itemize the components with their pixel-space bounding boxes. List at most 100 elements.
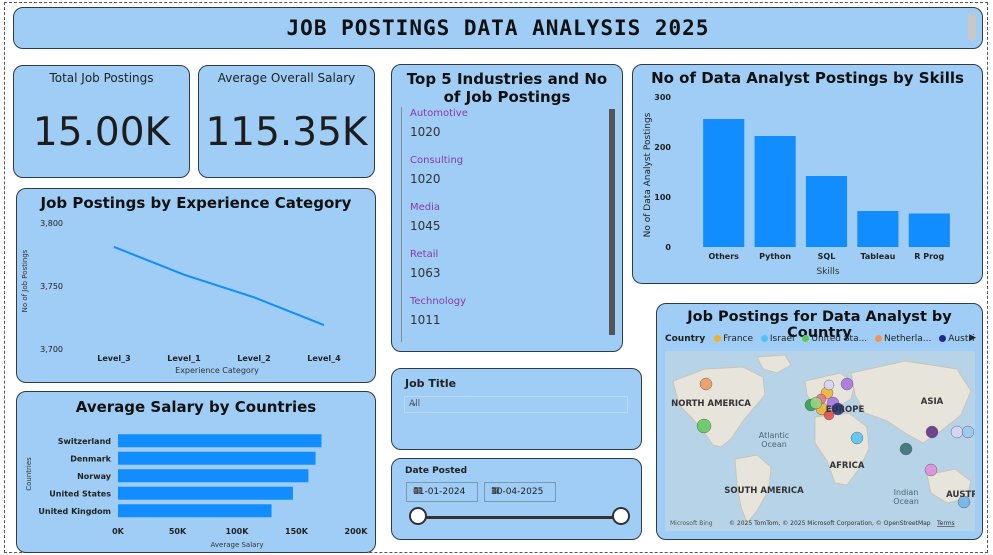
job-title-slicer[interactable]: Job Title All ⌄	[391, 368, 642, 450]
industries-card[interactable]: Top 5 Industries and No of Job Postings …	[391, 64, 623, 352]
world-map[interactable]: NORTH AMERICA EUROPE ASIA Atlantic Ocean…	[665, 351, 975, 531]
map-label: Ocean	[761, 440, 787, 449]
map-card[interactable]: Job Postings for Data Analyst by Country…	[656, 303, 983, 540]
bing-logo: Microsoft Bing	[670, 520, 713, 527]
legend-item[interactable]: Israel	[760, 334, 795, 344]
slicer-label: Date Posted	[405, 466, 468, 476]
legend-item[interactable]: Netherla...	[875, 334, 931, 344]
legend-text: United Sta...	[811, 334, 868, 344]
range-start-handle[interactable]	[409, 507, 427, 525]
x-tick-label: 150K	[285, 527, 309, 536]
x-tick-label: Level_2	[237, 354, 270, 363]
kpi-label: Average Overall Salary	[217, 71, 356, 85]
salary-bar[interactable]	[118, 434, 322, 448]
map-label: Indian	[894, 488, 919, 497]
experience-chart-card[interactable]: Job Postings by Experience Category No o…	[16, 188, 376, 383]
skills-bar-chart: No of Data Analyst Postings 300 200 100 0 O…	[643, 93, 950, 277]
salary-bar[interactable]	[118, 451, 316, 465]
list-item[interactable]: Retail 1063	[401, 248, 601, 295]
country-bubble[interactable]	[809, 396, 823, 410]
salary-bar[interactable]	[118, 504, 272, 518]
y-axis-title: No of Data Analyst Postings	[643, 112, 653, 237]
list-item[interactable]: Automotive 1020	[401, 107, 601, 154]
x-tick-label: 200K	[345, 527, 369, 536]
country-bubble[interactable]	[925, 425, 939, 439]
x-tick-label: 100K	[226, 527, 250, 536]
list-item[interactable]: Consulting 1020	[401, 154, 601, 201]
country-bubble[interactable]	[840, 377, 854, 391]
skill-bar[interactable]	[703, 119, 745, 247]
scrollbar-handle[interactable]	[968, 14, 976, 40]
industry-count: 1063	[410, 266, 441, 280]
x-axis-title: Average Salary	[211, 541, 264, 549]
salary-bar[interactable]	[118, 469, 309, 483]
map-legend: Country France Israel United Sta... Neth…	[665, 334, 975, 344]
list-item[interactable]: Technology 1011	[401, 295, 601, 342]
y-tick-label: 3,750	[40, 282, 63, 291]
x-axis-title: Experience Category	[175, 366, 259, 375]
kpi-value: 15.00K	[32, 110, 171, 155]
legend-dot	[714, 335, 722, 342]
chevron-down-icon[interactable]: ⌄	[409, 396, 621, 409]
salary-bar[interactable]	[118, 486, 293, 500]
map-label: SOUTH AMERICA	[724, 486, 804, 496]
skill-bar[interactable]	[908, 213, 950, 248]
legend-text: Netherla...	[884, 334, 932, 344]
skills-chart-card[interactable]: No of Data Analyst Postings by Skills No…	[632, 64, 983, 284]
x-tick-label: Python	[759, 252, 791, 261]
country-bubble[interactable]	[950, 425, 964, 439]
x-tick-label: R Prog	[914, 252, 944, 261]
map-label: EUROPE	[826, 405, 865, 415]
date-posted-slicer[interactable]: Date Posted 01-01-2024 ▦ 30-04-2025 ▦	[391, 458, 642, 540]
job-title-dropdown[interactable]: All ⌄	[404, 396, 628, 413]
kpi-label: Total Job Postings	[49, 71, 154, 85]
kpi-average-salary[interactable]: Average Overall Salary 115.35K	[198, 65, 375, 178]
industry-count: 1020	[410, 172, 441, 186]
y-tick-label: United Kingdom	[38, 507, 111, 516]
legend-item[interactable]: France	[714, 334, 753, 344]
legend-dot	[802, 335, 810, 342]
industry-name: Consulting	[410, 155, 464, 166]
country-bubble[interactable]	[696, 418, 712, 434]
y-tick-label: Denmark	[70, 454, 111, 463]
salary-chart-card[interactable]: Average Salary by Countries Countries Sw…	[16, 391, 376, 553]
list-item[interactable]: Media 1045	[401, 201, 601, 248]
map-label: AUSTR	[946, 490, 975, 500]
legend-dot	[875, 335, 883, 342]
country-bubble[interactable]	[961, 425, 975, 439]
country-bubble[interactable]	[924, 463, 938, 477]
end-date-input[interactable]: 30-04-2025 ▦	[484, 482, 556, 502]
terms-link[interactable]: Terms	[936, 520, 955, 527]
skill-bar[interactable]	[754, 136, 796, 247]
map-label: ASIA	[921, 397, 944, 407]
range-end-handle[interactable]	[612, 507, 630, 525]
y-tick-label: Norway	[77, 472, 112, 481]
industry-count: 1020	[410, 125, 441, 139]
x-tick-label: Others	[708, 252, 739, 261]
skill-bar[interactable]	[805, 176, 848, 247]
industry-name: Automotive	[410, 108, 468, 119]
series-line[interactable]	[113, 246, 325, 326]
y-tick-label: 0	[665, 243, 671, 252]
kpi-total-job-postings[interactable]: Total Job Postings 15.00K	[13, 65, 190, 178]
date-range-track[interactable]	[418, 516, 620, 519]
x-tick-label: Level_1	[167, 354, 201, 363]
legend-item[interactable]: United Sta...	[802, 334, 867, 344]
list-scrollbar[interactable]	[609, 109, 615, 335]
x-tick-label: Tableau	[860, 252, 895, 261]
legend-next-arrow-icon[interactable]: ▶	[969, 333, 976, 343]
skill-bar[interactable]	[857, 211, 899, 247]
country-bubble[interactable]	[823, 379, 835, 391]
map-label: Ocean	[893, 497, 919, 506]
x-axis-title: Skills	[816, 267, 839, 277]
start-date-input[interactable]: 01-01-2024 ▦	[406, 482, 478, 502]
y-tick-label: Switzerland	[58, 437, 112, 446]
industry-name: Retail	[410, 249, 439, 260]
country-bubble[interactable]	[850, 431, 864, 445]
calendar-icon[interactable]: ▦	[413, 486, 473, 496]
legend-text: France	[723, 334, 754, 344]
y-tick-label: 3,800	[40, 219, 63, 228]
country-bubble[interactable]	[699, 377, 713, 391]
calendar-icon[interactable]: ▦	[491, 486, 551, 496]
country-bubble[interactable]	[899, 442, 913, 456]
